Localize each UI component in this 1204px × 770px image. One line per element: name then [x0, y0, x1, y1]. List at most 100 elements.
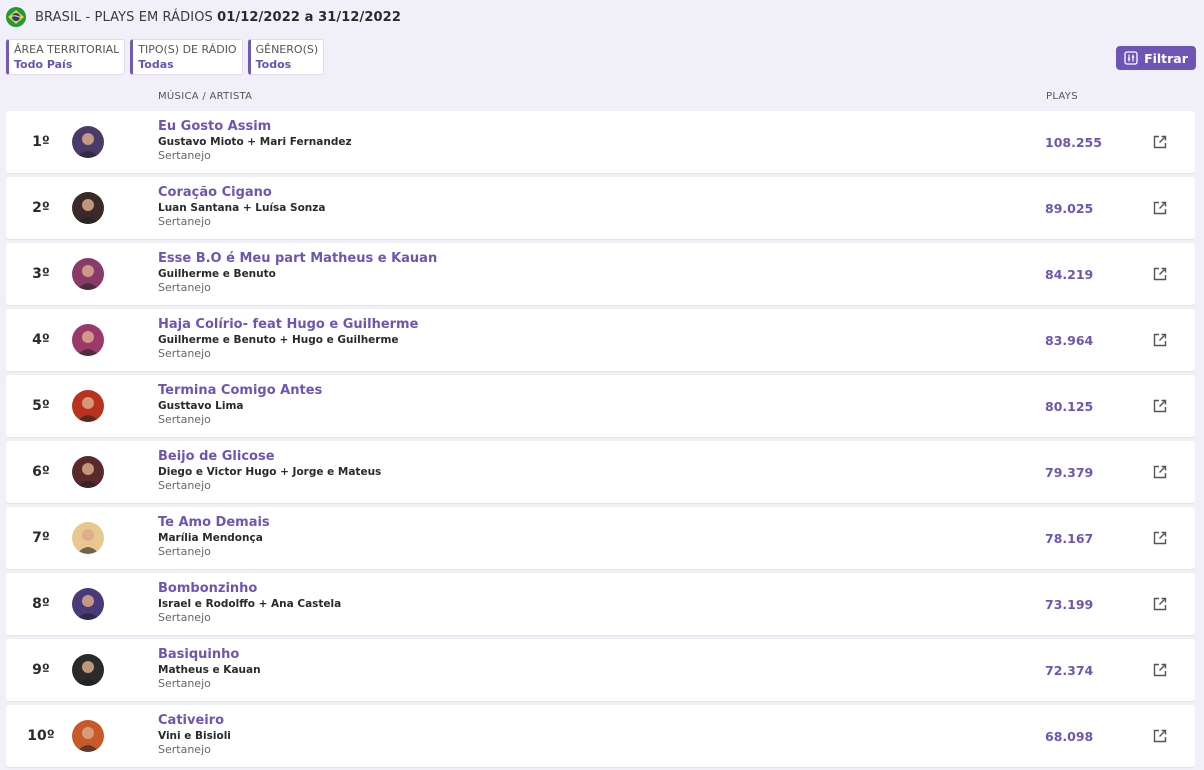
external-link-icon[interactable] — [1152, 662, 1168, 678]
artist-avatar — [72, 324, 104, 356]
external-link-icon[interactable] — [1152, 728, 1168, 744]
track-info: Beijo de Glicose Diego e Victor Hugo + Jo… — [158, 449, 381, 493]
genre-label: Sertanejo — [158, 149, 211, 162]
ranking-row[interactable]: 10º Cativeiro Vini e Bisioli Sertanejo 68.09… — [6, 705, 1195, 767]
filter-chip-value: Todos — [255, 58, 292, 71]
song-title[interactable]: Coração Cigano — [158, 185, 325, 201]
column-header-music-artist: MÚSICA / ARTISTA — [158, 91, 253, 102]
artist-avatar — [72, 456, 104, 488]
artist-photo-icon — [72, 456, 104, 488]
track-info: Haja Colírio- feat Hugo e Guilherme Guilh… — [158, 317, 418, 361]
external-link-icon[interactable] — [1152, 398, 1168, 414]
ranking-row[interactable]: 5º Termina Comigo Antes Gusttavo Lima Serta… — [6, 375, 1195, 437]
external-link-icon[interactable] — [1152, 134, 1168, 150]
genre-label: Sertanejo — [158, 677, 211, 690]
filter-chip-radio-type[interactable]: TIPO(S) DE RÁDIO Todas — [130, 39, 243, 75]
track-info: Eu Gosto Assim Gustavo Mioto + Mari Ferna… — [158, 119, 352, 163]
ranking-row[interactable]: 6º Beijo de Glicose Diego e Victor Hugo + … — [6, 441, 1195, 503]
plays-count: 78.167 — [1045, 530, 1094, 546]
artist-photo-icon — [72, 588, 104, 620]
track-info: Esse B.O é Meu part Matheus e Kauan Guilh… — [158, 251, 437, 295]
track-info: Bombonzinho Israel e Rodolffo + Ana Caste… — [158, 581, 341, 625]
genre-label: Sertanejo — [158, 347, 211, 360]
genre-label: Sertanejo — [158, 743, 211, 756]
artist-name: Vini e Bisioli — [158, 730, 231, 742]
artist-avatar — [72, 588, 104, 620]
rank-position: 4º — [32, 332, 50, 348]
rank-position: 8º — [32, 596, 50, 612]
artist-name: Gustavo Mioto + Mari Fernandez — [158, 136, 352, 148]
rank-position: 7º — [32, 530, 50, 546]
rank-position: 10º — [27, 728, 55, 744]
song-title[interactable]: Bombonzinho — [158, 581, 341, 597]
artist-avatar — [72, 390, 104, 422]
external-link-icon[interactable] — [1152, 266, 1168, 282]
song-title[interactable]: Haja Colírio- feat Hugo e Guilherme — [158, 317, 418, 333]
external-link-icon[interactable] — [1152, 464, 1168, 480]
column-header-plays: PLAYS — [1046, 91, 1078, 102]
song-title[interactable]: Esse B.O é Meu part Matheus e Kauan — [158, 251, 437, 267]
artist-name: Diego e Victor Hugo + Jorge e Mateus — [158, 466, 382, 478]
artist-name: Luan Santana + Luísa Sonza — [158, 202, 326, 214]
artist-name: Guilherme e Benuto — [158, 268, 276, 280]
filter-button-label: Filtrar — [1144, 50, 1188, 66]
ranking-row[interactable]: 9º Basiquinho Matheus e Kauan Sertanejo 72.3… — [6, 639, 1195, 701]
artist-avatar — [72, 258, 104, 290]
plays-count: 79.379 — [1045, 464, 1094, 480]
active-filters: ÁREA TERRITORIAL Todo País TIPO(S) DE RÁ… — [6, 39, 325, 75]
artist-avatar — [72, 720, 104, 752]
artist-photo-icon — [72, 390, 104, 422]
title-text: BRASIL - PLAYS EM RÁDIOS — [35, 9, 213, 25]
genre-label: Sertanejo — [158, 215, 211, 228]
plays-count: 68.098 — [1045, 728, 1094, 744]
genre-label: Sertanejo — [158, 281, 211, 294]
plays-count: 83.964 — [1045, 332, 1094, 348]
song-title[interactable]: Te Amo Demais — [158, 515, 270, 531]
plays-count: 73.199 — [1045, 596, 1094, 612]
ranking-row[interactable]: 7º Te Amo Demais Marília Mendonça Sertanejo… — [6, 507, 1195, 569]
page-header: BRASIL - PLAYS EM RÁDIOS 01/12/2022 a 31… — [6, 6, 401, 28]
sliders-icon — [1124, 51, 1138, 65]
plays-count: 89.025 — [1045, 200, 1094, 216]
track-info: Te Amo Demais Marília Mendonça Sertanejo — [158, 515, 270, 559]
artist-avatar — [72, 522, 104, 554]
artist-name: Israel e Rodolffo + Ana Castela — [158, 598, 342, 610]
ranking-row[interactable]: 3º Esse B.O é Meu part Matheus e Kauan Gui… — [6, 243, 1195, 305]
artist-name: Guilherme e Benuto + Hugo e Guilherme — [158, 334, 399, 346]
ranking-row[interactable]: 4º Haja Colírio- feat Hugo e Guilherme Gui… — [6, 309, 1195, 371]
filter-chip-area[interactable]: ÁREA TERRITORIAL Todo País — [6, 39, 126, 75]
song-title[interactable]: Basiquinho — [158, 647, 261, 663]
period-text: 01/12/2022 a 31/12/2022 — [217, 9, 401, 25]
artist-name: Gusttavo Lima — [158, 400, 244, 412]
filter-chip-value: Todo País — [14, 58, 73, 71]
external-link-icon[interactable] — [1152, 596, 1168, 612]
filter-chip-label: TIPO(S) DE RÁDIO — [138, 43, 237, 56]
song-title[interactable]: Beijo de Glicose — [158, 449, 381, 465]
artist-photo-icon — [72, 324, 104, 356]
filter-chip-value: Todas — [138, 58, 174, 71]
song-title[interactable]: Eu Gosto Assim — [158, 119, 352, 135]
rank-position: 2º — [32, 200, 50, 216]
plays-count: 108.255 — [1045, 134, 1102, 150]
artist-photo-icon — [72, 192, 104, 224]
artist-photo-icon — [72, 126, 104, 158]
artist-avatar — [72, 126, 104, 158]
rank-position: 5º — [32, 398, 50, 414]
artist-name: Marília Mendonça — [158, 532, 263, 544]
song-title[interactable]: Cativeiro — [158, 713, 231, 729]
artist-photo-icon — [72, 258, 104, 290]
genre-label: Sertanejo — [158, 413, 211, 426]
ranking-row[interactable]: 1º Eu Gosto Assim Gustavo Mioto + Mari Fer… — [6, 111, 1195, 173]
filter-chip-genre[interactable]: GÊNERO(S) Todos — [247, 39, 325, 75]
brazil-flag-icon — [6, 7, 26, 27]
filter-button[interactable]: Filtrar — [1116, 46, 1196, 70]
external-link-icon[interactable] — [1152, 332, 1168, 348]
song-title[interactable]: Termina Comigo Antes — [158, 383, 322, 399]
ranking-row[interactable]: 8º Bombonzinho Israel e Rodolffo + Ana Cas… — [6, 573, 1195, 635]
artist-photo-icon — [72, 522, 104, 554]
ranking-row[interactable]: 2º Coração Cigano Luan Santana + Luísa Son… — [6, 177, 1195, 239]
external-link-icon[interactable] — [1152, 530, 1168, 546]
plays-count: 84.219 — [1045, 266, 1094, 282]
external-link-icon[interactable] — [1152, 200, 1168, 216]
genre-label: Sertanejo — [158, 611, 211, 624]
